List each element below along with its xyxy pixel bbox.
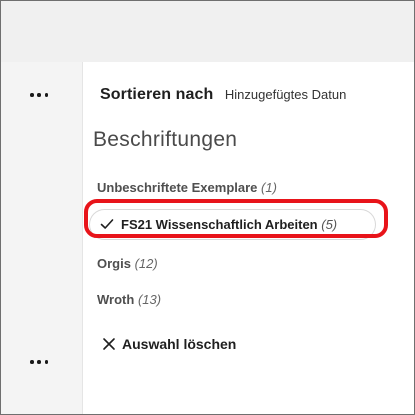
label-item-orgis[interactable]: Orgis (12) <box>97 256 158 271</box>
label-item-wroth[interactable]: Wroth (13) <box>97 292 161 307</box>
label-item-name: Orgis <box>97 256 131 271</box>
more-options-icon[interactable] <box>30 359 48 365</box>
dot <box>30 360 34 364</box>
dot <box>37 93 41 97</box>
left-column <box>1 62 82 414</box>
sort-row[interactable]: Sortieren nach Hinzugefügtes Datun <box>100 86 346 104</box>
sort-label: Sortieren nach <box>100 86 214 103</box>
label-item-name: Wroth <box>97 292 135 307</box>
close-x-icon <box>103 338 115 350</box>
dot <box>44 360 48 364</box>
top-bar <box>1 1 414 62</box>
dot <box>37 360 41 364</box>
label-item-count: (13) <box>137 292 162 307</box>
more-options-icon[interactable] <box>30 92 48 98</box>
labels-section-title: Beschriftungen <box>93 128 238 151</box>
highlight-annotation-box <box>84 199 388 238</box>
label-item-count: (1) <box>261 180 277 195</box>
label-item-name: Unbeschriftete Exemplare <box>97 180 258 195</box>
clear-selection-button[interactable]: Auswahl löschen <box>102 334 236 354</box>
clear-selection-label: Auswahl löschen <box>122 336 237 352</box>
dot <box>30 93 34 97</box>
sort-value[interactable]: Hinzugefügtes Datun <box>225 87 346 102</box>
screenshot-frame: Sortieren nach Hinzugefügtes Datun Besch… <box>0 0 415 415</box>
filter-panel: Sortieren nach Hinzugefügtes Datun Besch… <box>83 62 414 414</box>
label-item-count: (12) <box>134 256 158 271</box>
label-item-unlabeled[interactable]: Unbeschriftete Exemplare (1) <box>97 180 277 195</box>
dot <box>44 93 48 97</box>
